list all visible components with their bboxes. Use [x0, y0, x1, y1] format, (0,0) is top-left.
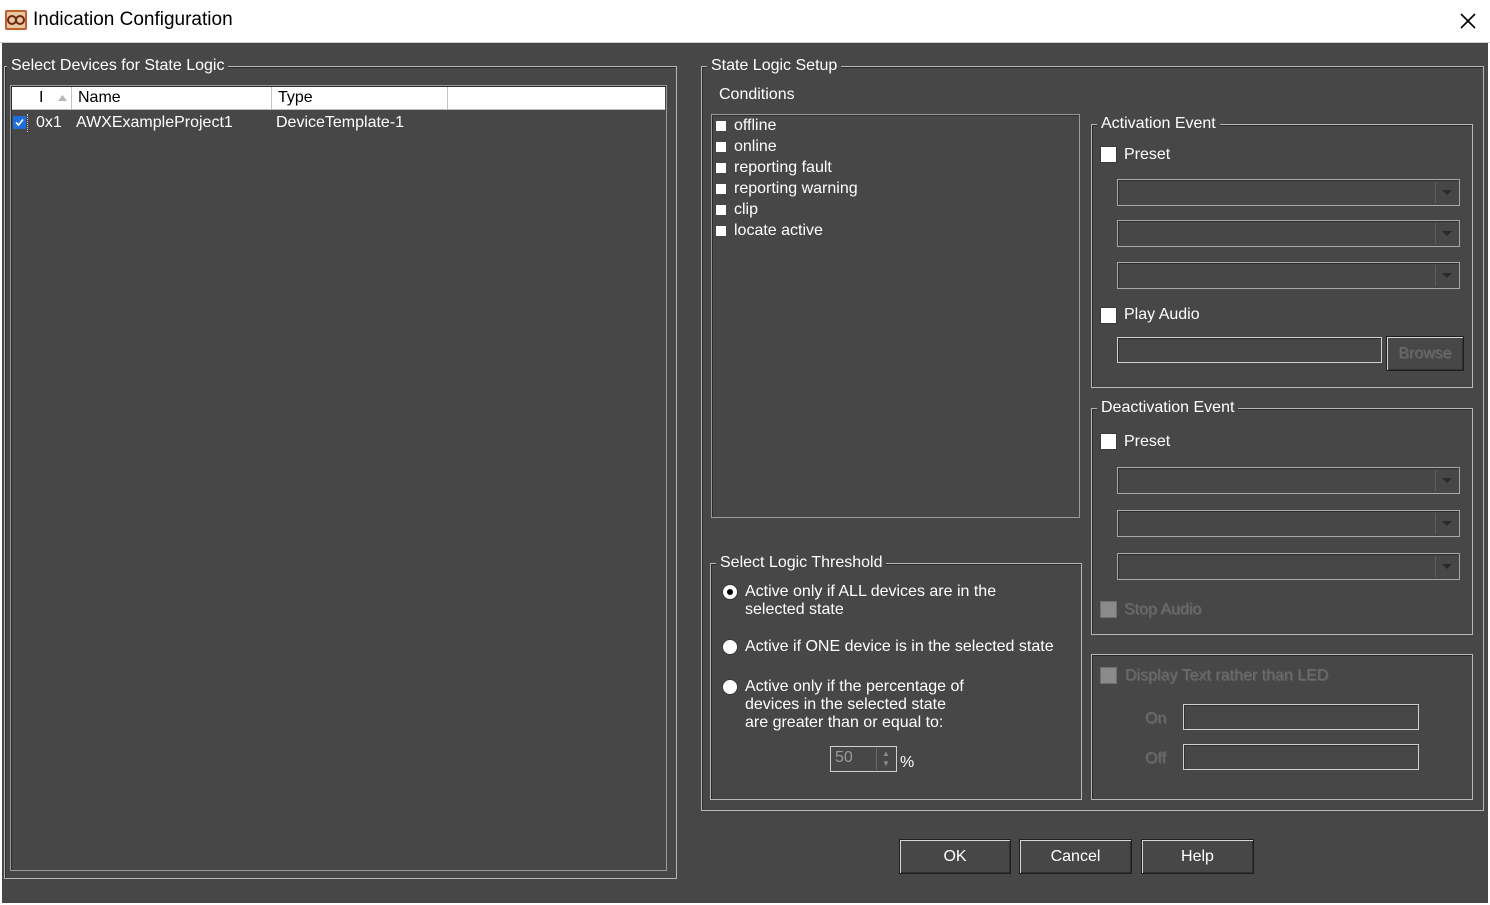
chevron-down-icon — [1435, 470, 1457, 491]
close-button[interactable] — [1446, 2, 1490, 40]
browse-button[interactable]: Browse — [1386, 336, 1464, 371]
conditions-list[interactable]: offline online reporting fault reporting… — [711, 114, 1080, 518]
display-text-checkbox[interactable] — [1100, 667, 1117, 684]
activation-preset-dropdown-3[interactable] — [1117, 262, 1460, 289]
deactivation-preset-dropdown-3[interactable] — [1117, 553, 1460, 580]
activation-group-label: Activation Event — [1097, 115, 1220, 133]
threshold-one-line1: Active if ONE device is in the selected … — [745, 638, 1054, 655]
cancel-button[interactable]: Cancel — [1019, 839, 1132, 874]
device-id-cell: 0x1 — [36, 114, 62, 131]
on-label: On — [1145, 710, 1167, 727]
condition-checkbox[interactable] — [716, 163, 726, 173]
activation-preset-dropdown-2[interactable] — [1117, 220, 1460, 247]
deactivation-preset-checkbox[interactable] — [1100, 433, 1117, 450]
device-name-cell: AWXExampleProject1 — [76, 114, 233, 131]
percent-unit: % — [900, 754, 915, 771]
off-text-field[interactable] — [1183, 744, 1419, 770]
device-row[interactable]: 0x1 AWXExampleProject1 DeviceTemplate-1 — [12, 112, 665, 134]
chevron-down-icon — [1435, 182, 1457, 203]
activation-preset-dropdown-1[interactable] — [1117, 179, 1460, 206]
checkmark-icon — [15, 118, 24, 127]
condition-checkbox[interactable] — [716, 142, 726, 152]
deactivation-group-label: Deactivation Event — [1097, 399, 1239, 417]
condition-clip[interactable]: clip — [716, 200, 758, 220]
spin-up-icon[interactable]: ▲ — [877, 748, 895, 758]
window-title: Indication Configuration — [33, 9, 233, 30]
deactivation-preset-label: Preset — [1124, 433, 1171, 450]
device-type-cell: DeviceTemplate-1 — [276, 114, 405, 131]
devices-group-label: Select Devices for State Logic — [7, 57, 229, 75]
display-text-label: Display Text rather than LED — [1125, 667, 1329, 684]
device-row-checkbox[interactable] — [13, 116, 26, 129]
condition-checkbox[interactable] — [716, 226, 726, 236]
close-icon — [1460, 13, 1476, 29]
column-type-label: Type — [278, 89, 313, 106]
condition-label: locate active — [734, 222, 823, 239]
state-logic-group-label: State Logic Setup — [707, 57, 842, 75]
chevron-down-icon — [1435, 513, 1457, 534]
sort-ascending-icon — [58, 95, 67, 101]
condition-checkbox[interactable] — [716, 184, 726, 194]
condition-label: clip — [734, 201, 759, 218]
condition-reporting-warning[interactable]: reporting warning — [716, 179, 858, 199]
threshold-percentage-radio[interactable] — [722, 679, 738, 695]
deactivation-preset-dropdown-1[interactable] — [1117, 467, 1460, 494]
condition-checkbox[interactable] — [716, 205, 726, 215]
condition-online[interactable]: online — [716, 137, 777, 157]
condition-label: offline — [734, 117, 777, 134]
threshold-group-label: Select Logic Threshold — [716, 554, 887, 572]
percentage-spinner[interactable]: 50 ▲ ▼ — [830, 746, 897, 772]
app-icon — [5, 10, 27, 30]
chevron-down-icon — [1435, 265, 1457, 286]
spin-down-icon[interactable]: ▼ — [877, 758, 895, 768]
threshold-percentage-label: Active only if the percentage of devices… — [745, 678, 964, 732]
title-bar: Indication Configuration — [0, 0, 1490, 43]
threshold-percentage-line1: Active only if the percentage of — [745, 678, 964, 695]
device-list-header: I Name Type — [12, 87, 665, 110]
ok-button[interactable]: OK — [899, 839, 1011, 874]
column-header-type[interactable]: Type — [272, 87, 448, 109]
device-list[interactable]: I Name Type 0x1 AWXExampleProject1 Devic… — [10, 85, 667, 871]
condition-label: online — [734, 138, 777, 155]
column-header-id[interactable]: I — [12, 87, 72, 109]
threshold-one-radio[interactable] — [722, 639, 738, 655]
threshold-all-radio[interactable] — [722, 584, 738, 600]
condition-reporting-fault[interactable]: reporting fault — [716, 158, 832, 178]
threshold-all-line2: selected state — [745, 601, 844, 618]
activation-preset-label: Preset — [1124, 146, 1171, 163]
conditions-label: Conditions — [719, 86, 795, 103]
deactivation-preset-dropdown-2[interactable] — [1117, 510, 1460, 537]
play-audio-checkbox[interactable] — [1100, 307, 1117, 324]
column-header-name[interactable]: Name — [72, 87, 272, 109]
condition-label: reporting warning — [734, 180, 858, 197]
spinner-buttons[interactable]: ▲ ▼ — [876, 748, 895, 770]
on-text-field[interactable] — [1183, 704, 1419, 730]
audio-file-field[interactable] — [1117, 337, 1382, 363]
help-button[interactable]: Help — [1141, 839, 1254, 874]
condition-checkbox[interactable] — [716, 121, 726, 131]
condition-offline[interactable]: offline — [716, 116, 776, 136]
column-id-label: I — [39, 89, 44, 106]
threshold-all-line1: Active only if ALL devices are in the — [745, 583, 997, 600]
threshold-one-label: Active if ONE device is in the selected … — [745, 638, 1054, 656]
stop-audio-label: Stop Audio — [1124, 601, 1202, 618]
activation-preset-checkbox[interactable] — [1100, 146, 1117, 163]
threshold-all-label: Active only if ALL devices are in the se… — [745, 583, 996, 619]
threshold-percentage-line3: are greater than or equal to: — [745, 714, 944, 731]
threshold-percentage-line2: devices in the selected state — [745, 696, 947, 713]
radio-selected-dot — [727, 589, 733, 595]
condition-label: reporting fault — [734, 159, 832, 176]
chevron-down-icon — [1435, 223, 1457, 244]
dialog-window: Indication Configuration Select Devices … — [0, 0, 1490, 905]
focus-indicator — [27, 114, 29, 132]
stop-audio-checkbox[interactable] — [1100, 601, 1117, 618]
off-label: Off — [1145, 750, 1167, 767]
play-audio-label: Play Audio — [1124, 306, 1200, 323]
chevron-down-icon — [1435, 556, 1457, 577]
column-name-label: Name — [78, 89, 121, 106]
condition-locate-active[interactable]: locate active — [716, 221, 823, 241]
percentage-value[interactable]: 50 — [835, 749, 853, 767]
